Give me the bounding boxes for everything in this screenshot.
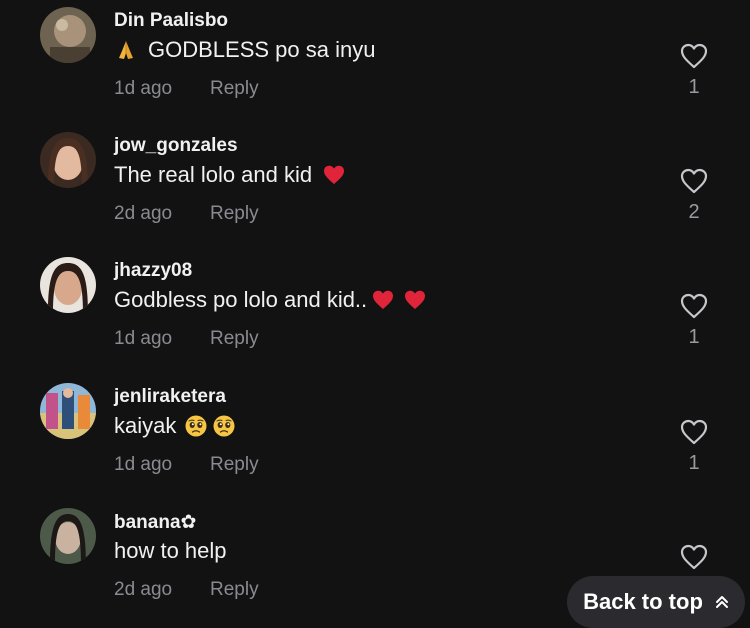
pleading-face-icon	[212, 414, 236, 438]
red-heart-icon	[322, 163, 346, 187]
comment-text: kaiyak	[114, 413, 236, 439]
comment-text-body: The real lolo and kid	[114, 162, 313, 187]
back-to-top-button[interactable]: Back to top	[567, 576, 745, 628]
reply-button[interactable]: Reply	[210, 328, 259, 350]
red-heart-icon	[403, 288, 427, 312]
reply-button[interactable]: Reply	[210, 78, 259, 100]
avatar[interactable]	[40, 7, 96, 63]
comment-item: Din Paalisbo GODBLESS po sa inyu 1d ago …	[0, 0, 750, 125]
comment-text-body: Godbless po lolo and kid..	[114, 287, 368, 312]
double-chevron-up-icon	[715, 594, 729, 610]
avatar[interactable]	[40, 132, 96, 188]
like-heart-icon[interactable]	[680, 168, 708, 194]
reply-button[interactable]: Reply	[210, 203, 259, 225]
like-count: 2	[688, 201, 700, 223]
like-count: 1	[688, 326, 700, 348]
comment-time: 2d ago	[114, 579, 173, 600]
comment-time: 1d ago	[114, 328, 173, 349]
comment-username[interactable]: Din Paalisbo	[114, 10, 228, 32]
red-heart-icon	[371, 288, 395, 312]
reply-button[interactable]: Reply	[210, 454, 259, 476]
like-heart-icon[interactable]	[680, 544, 708, 570]
avatar[interactable]	[40, 257, 96, 313]
comment-text: GODBLESS po sa inyu	[114, 37, 375, 63]
comment-text-body: kaiyak	[114, 413, 177, 438]
like-count: 1	[688, 452, 700, 474]
comment-item: jhazzy08 Godbless po lolo and kid.. 1d a…	[0, 250, 750, 375]
like-heart-icon[interactable]	[680, 419, 708, 445]
like-count: 1	[688, 76, 700, 98]
reply-button[interactable]: Reply	[210, 579, 259, 601]
comment-text: how to help	[114, 538, 227, 564]
comment-time: 1d ago	[114, 454, 173, 475]
comment-text-body: how to help	[114, 538, 227, 563]
comment-username[interactable]: jow_gonzales	[114, 135, 238, 157]
comment-username[interactable]: banana✿	[114, 511, 196, 534]
back-to-top-label: Back to top	[583, 589, 703, 614]
comment-username[interactable]: jhazzy08	[114, 260, 192, 282]
comment-text: The real lolo and kid	[114, 162, 346, 188]
comment-meta: 2d ago Reply	[114, 579, 259, 601]
comment-item: jenliraketera kaiyak 1d ago Reply 1	[0, 376, 750, 501]
comment-text-body: GODBLESS po sa inyu	[148, 37, 376, 62]
like-heart-icon[interactable]	[680, 43, 708, 69]
comment-time: 2d ago	[114, 203, 173, 224]
comment-meta: 1d ago Reply	[114, 78, 259, 100]
like-heart-icon[interactable]	[680, 293, 708, 319]
comment-item: jow_gonzales The real lolo and kid 2d ag…	[0, 125, 750, 250]
comment-meta: 1d ago Reply	[114, 328, 259, 350]
comment-meta: 1d ago Reply	[114, 454, 259, 476]
comment-text: Godbless po lolo and kid..	[114, 287, 427, 313]
pleading-face-icon	[184, 414, 208, 438]
avatar[interactable]	[40, 383, 96, 439]
comment-meta: 2d ago Reply	[114, 203, 259, 225]
avatar[interactable]	[40, 508, 96, 564]
comment-time: 1d ago	[114, 78, 173, 99]
folded-hands-icon	[114, 38, 138, 62]
comment-username[interactable]: jenliraketera	[114, 386, 226, 408]
